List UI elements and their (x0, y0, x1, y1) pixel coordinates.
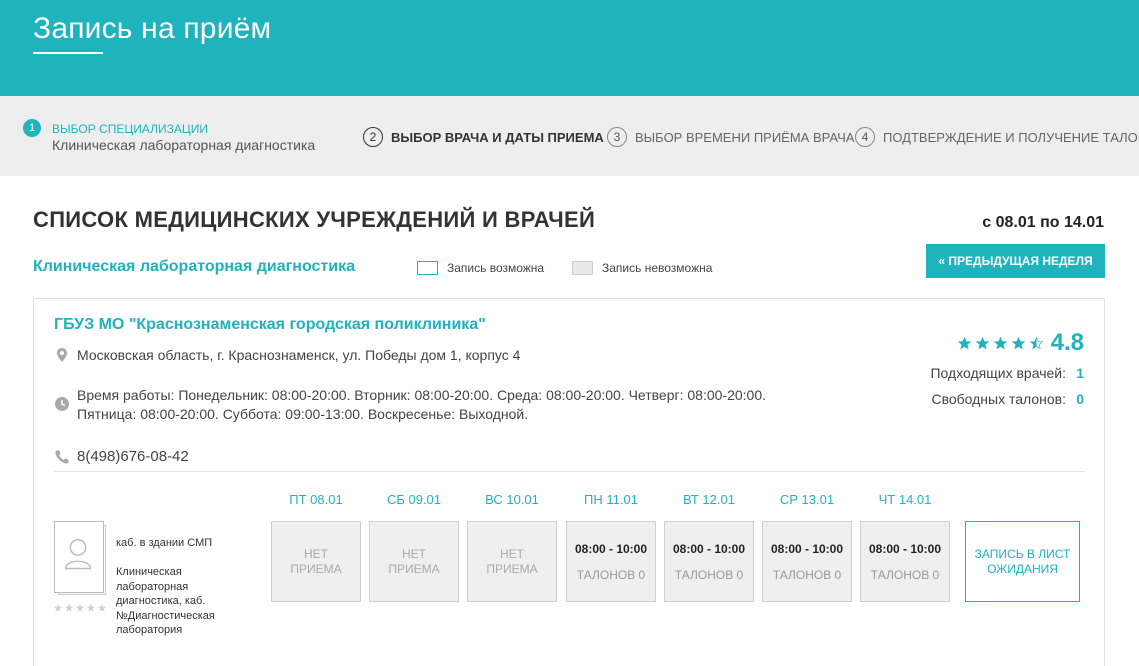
clinic-hours-line-2: Пятница: 08:00-20:00. Суббота: 09:00-13:… (77, 405, 766, 424)
legend-unavailable-swatch (572, 261, 593, 275)
day-header: СБ 09.01 (369, 492, 459, 507)
doctor-room: каб. в здании СМП (116, 537, 212, 549)
location-pin-icon (54, 347, 70, 363)
title-underline (33, 52, 103, 54)
star-icon (65, 604, 73, 612)
step-3: 3 Выбор времени приёма врача (607, 127, 854, 147)
rating-value: 4.8 (1051, 329, 1084, 357)
slot-tickets-label: ТАЛОНОВ 0 (871, 568, 939, 582)
header-bar: Запись на приём (0, 0, 1139, 96)
legend-available-swatch (417, 261, 438, 275)
star-icon (1030, 337, 1043, 350)
day-header: ПТ 08.01 (271, 492, 361, 507)
page-title: Запись на приём (33, 12, 271, 46)
matching-doctors-label: Подходящих врачей: (930, 365, 1066, 381)
clinic-name-link[interactable]: ГБУЗ МО "Краснознаменская городская поли… (54, 316, 486, 334)
step-2-number: 2 (363, 127, 383, 147)
clinic-rating: 4.8 (958, 329, 1084, 357)
star-icon (98, 604, 106, 612)
star-icon (994, 337, 1007, 350)
free-tickets-stat: Свободных талонов: 0 (931, 391, 1084, 407)
phone-icon (54, 449, 70, 465)
legend-available-label: Запись возможна (447, 261, 544, 275)
step-1-label[interactable]: Выбор специализации (52, 122, 208, 136)
step-3-number: 3 (607, 127, 627, 147)
star-icon (958, 337, 971, 350)
slot-time-label: 08:00 - 10:00 (575, 542, 647, 556)
slot-tickets-label: ТАЛОНОВ 0 (675, 568, 743, 582)
slot-no-appointment: НЕТ ПРИЕМА (369, 521, 459, 602)
clinic-hours-line-1: Время работы: Понедельник: 08:00-20:00. … (77, 386, 766, 405)
slot-time-label: 08:00 - 10:00 (771, 542, 843, 556)
previous-week-button[interactable]: « ПРЕДЫДУЩАЯ НЕДЕЛЯ (926, 244, 1105, 278)
rating-stars (958, 337, 1043, 350)
legend-available: Запись возможна (417, 261, 544, 275)
day-header: СР 13.01 (762, 492, 852, 507)
slot-time-label: 08:00 - 10:00 (869, 542, 941, 556)
step-1-selected-value: Клиническая лабораторная диагностика (52, 137, 315, 153)
step-1[interactable]: 1 (23, 119, 41, 137)
doctor-description: Клиническая лабораторная диагностика, ка… (116, 565, 241, 638)
legend-unavailable-label: Запись невозможна (602, 261, 712, 275)
free-tickets-label: Свободных талонов: (931, 391, 1066, 407)
star-icon (1012, 337, 1025, 350)
clinic-address: Московская область, г. Краснознаменск, у… (77, 346, 520, 365)
step-2: 2 Выбор врача и даты приема (363, 127, 604, 147)
user-placeholder-icon (55, 522, 103, 592)
matching-doctors-count: 1 (1076, 365, 1084, 381)
date-range: с 08.01 по 14.01 (982, 214, 1104, 232)
legend-unavailable: Запись невозможна (572, 261, 712, 275)
step-1-number: 1 (23, 119, 41, 137)
slot-no-appointment-label: НЕТ ПРИЕМА (482, 547, 542, 577)
step-4-label: Подтверждение и получение талона (883, 130, 1139, 145)
star-icon (976, 337, 989, 350)
slot-time-cell[interactable]: 08:00 - 10:00 ТАЛОНОВ 0 (566, 521, 656, 602)
day-header: ВТ 12.01 (664, 492, 754, 507)
clinic-card: ГБУЗ МО "Краснознаменская городская поли… (33, 298, 1105, 666)
clinic-hours-row: Время работы: Понедельник: 08:00-20:00. … (54, 386, 766, 424)
free-tickets-count: 0 (1076, 391, 1084, 407)
slot-time-label: 08:00 - 10:00 (673, 542, 745, 556)
slot-no-appointment: НЕТ ПРИЕМА (271, 521, 361, 602)
slot-no-appointment-label: НЕТ ПРИЕМА (384, 547, 444, 577)
slot-tickets-label: ТАЛОНОВ 0 (773, 568, 841, 582)
doctor-rating-stars (54, 604, 106, 612)
slot-time-cell[interactable]: 08:00 - 10:00 ТАЛОНОВ 0 (664, 521, 754, 602)
day-header: ЧТ 14.01 (860, 492, 950, 507)
slot-tickets-label: ТАЛОНОВ 0 (577, 568, 645, 582)
clinic-address-row: Московская область, г. Краснознаменск, у… (54, 346, 520, 365)
step-2-label: Выбор врача и даты приема (391, 130, 604, 145)
doctor-avatar[interactable] (54, 521, 104, 593)
slot-time-cell[interactable]: 08:00 - 10:00 ТАЛОНОВ 0 (762, 521, 852, 602)
star-icon (54, 604, 62, 612)
step-3-label: Выбор времени приёма врача (635, 130, 854, 145)
slot-time-cell[interactable]: 08:00 - 10:00 ТАЛОНОВ 0 (860, 521, 950, 602)
list-heading: СПИСОК МЕДИЦИНСКИХ УЧРЕЖДЕНИЙ И ВРАЧЕЙ (33, 207, 595, 233)
day-header: ПН 11.01 (566, 492, 656, 507)
clock-icon (54, 396, 70, 412)
slot-no-appointment: НЕТ ПРИЕМА (467, 521, 557, 602)
star-icon (87, 604, 95, 612)
clinic-phone-row: 8(498)676-08-42 (54, 447, 189, 466)
steps-bar: 1 Выбор специализации Клиническая лабора… (0, 96, 1139, 176)
specialization-title: Клиническая лабораторная диагностика (33, 258, 355, 276)
day-header: ВС 10.01 (467, 492, 557, 507)
step-4-number: 4 (855, 127, 875, 147)
clinic-phone: 8(498)676-08-42 (77, 447, 189, 466)
waitlist-button[interactable]: ЗАПИСЬ В ЛИСТ ОЖИДАНИЯ (965, 521, 1080, 602)
star-icon (76, 604, 84, 612)
card-divider (54, 471, 1085, 472)
matching-doctors-stat: Подходящих врачей: 1 (930, 365, 1084, 381)
slot-no-appointment-label: НЕТ ПРИЕМА (286, 547, 346, 577)
step-4: 4 Подтверждение и получение талона (855, 127, 1139, 147)
